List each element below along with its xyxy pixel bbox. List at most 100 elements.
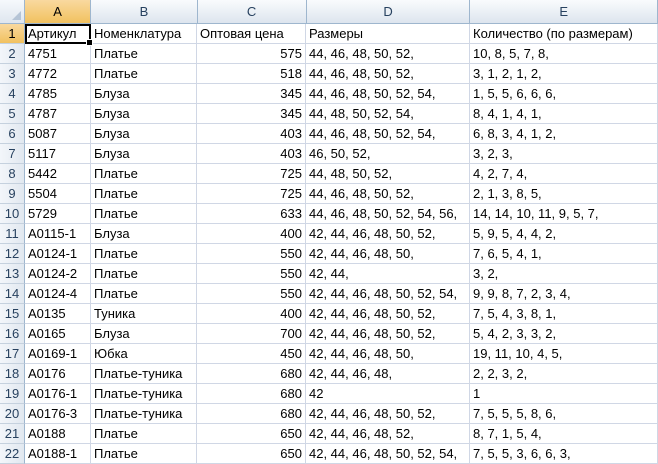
cell-e[interactable]: 2, 2, 3, 2, xyxy=(470,364,658,384)
cell-b[interactable]: Номенклатура xyxy=(91,24,197,44)
cell-e[interactable]: 2, 1, 3, 8, 5, xyxy=(470,184,658,204)
cell-e[interactable]: 1 xyxy=(470,384,658,404)
row-header[interactable]: 11 xyxy=(0,224,25,244)
cell-b[interactable]: Юбка xyxy=(91,344,197,364)
cell-a[interactable]: A0165 xyxy=(25,324,91,344)
cell-c[interactable]: 345 xyxy=(197,104,306,124)
cell-b[interactable]: Платье xyxy=(91,164,197,184)
cell-b[interactable]: Платье xyxy=(91,44,197,64)
cell-b[interactable]: Блуза xyxy=(91,104,197,124)
cell-a[interactable]: 4787 xyxy=(25,104,91,124)
cell-b[interactable]: Платье xyxy=(91,444,197,464)
cell-a[interactable]: 5117 xyxy=(25,144,91,164)
cell-d[interactable]: 44, 48, 50, 52, 54, xyxy=(306,104,470,124)
cell-c[interactable]: 400 xyxy=(197,304,306,324)
cell-e[interactable]: 1, 5, 5, 6, 6, 6, xyxy=(470,84,658,104)
row-header[interactable]: 17 xyxy=(0,344,25,364)
row-header[interactable]: 22 xyxy=(0,444,25,464)
column-header-b[interactable]: B xyxy=(91,0,198,24)
cell-c[interactable]: 450 xyxy=(197,344,306,364)
cell-a[interactable]: 4751 xyxy=(25,44,91,64)
cell-d[interactable]: 44, 46, 48, 50, 52, 54, xyxy=(306,84,470,104)
cell-a[interactable]: A0169-1 xyxy=(25,344,91,364)
cell-d[interactable]: 42, 44, 46, 48, 52, xyxy=(306,424,470,444)
cell-a[interactable]: 5729 xyxy=(25,204,91,224)
row-header[interactable]: 4 xyxy=(0,84,25,104)
cell-d[interactable]: 42, 44, 46, 48, 50, 52, xyxy=(306,224,470,244)
row-header[interactable]: 10 xyxy=(0,204,25,224)
row-header[interactable]: 7 xyxy=(0,144,25,164)
cell-b[interactable]: Платье-туника xyxy=(91,384,197,404)
cell-e[interactable]: 6, 8, 3, 4, 1, 2, xyxy=(470,124,658,144)
row-header[interactable]: 5 xyxy=(0,104,25,124)
cell-e[interactable]: 7, 5, 5, 3, 6, 6, 3, xyxy=(470,444,658,464)
row-header[interactable]: 15 xyxy=(0,304,25,324)
cell-d[interactable]: 44, 46, 48, 50, 52, xyxy=(306,184,470,204)
cell-e[interactable]: Количество (по размерам) xyxy=(470,24,658,44)
cell-b[interactable]: Платье xyxy=(91,264,197,284)
cell-c[interactable]: 650 xyxy=(197,424,306,444)
cell-e[interactable]: 9, 9, 8, 7, 2, 3, 4, xyxy=(470,284,658,304)
row-header[interactable]: 9 xyxy=(0,184,25,204)
cell-d[interactable]: 42, 44, 46, 48, 50, 52, 54, xyxy=(306,284,470,304)
cell-c[interactable]: 633 xyxy=(197,204,306,224)
cell-d[interactable]: 42, 44, 46, 48, 50, 52, 54, xyxy=(306,444,470,464)
row-header[interactable]: 21 xyxy=(0,424,25,444)
cell-e[interactable]: 3, 1, 2, 1, 2, xyxy=(470,64,658,84)
cell-c[interactable]: 725 xyxy=(197,164,306,184)
cell-e[interactable]: 3, 2, 3, xyxy=(470,144,658,164)
cell-b[interactable]: Блуза xyxy=(91,124,197,144)
cell-d[interactable]: 42, 44, 46, 48, 50, 52, xyxy=(306,324,470,344)
cell-c[interactable]: 550 xyxy=(197,264,306,284)
cell-b[interactable]: Платье xyxy=(91,244,197,264)
cell-e[interactable]: 3, 2, xyxy=(470,264,658,284)
cell-d[interactable]: 42 xyxy=(306,384,470,404)
cell-d[interactable]: 42, 44, 46, 48, 50, xyxy=(306,244,470,264)
cell-e[interactable]: 4, 2, 7, 4, xyxy=(470,164,658,184)
cell-a[interactable]: 5442 xyxy=(25,164,91,184)
column-header-c[interactable]: C xyxy=(197,0,307,24)
cell-c[interactable]: 680 xyxy=(197,364,306,384)
cell-e[interactable]: 14, 14, 10, 11, 9, 5, 7, xyxy=(470,204,658,224)
cell-c[interactable]: 345 xyxy=(197,84,306,104)
row-header[interactable]: 13 xyxy=(0,264,25,284)
cell-b[interactable]: Платье-туника xyxy=(91,364,197,384)
cell-e[interactable]: 7, 5, 4, 3, 8, 1, xyxy=(470,304,658,324)
column-header-a[interactable]: A xyxy=(24,0,92,24)
row-header[interactable]: 12 xyxy=(0,244,25,264)
cell-a[interactable]: A0135 xyxy=(25,304,91,324)
cell-d[interactable]: 46, 50, 52, xyxy=(306,144,470,164)
cell-a[interactable]: A0176 xyxy=(25,364,91,384)
cell-a[interactable]: Артикул xyxy=(25,24,93,46)
cell-b[interactable]: Блуза xyxy=(91,324,197,344)
cell-c[interactable]: Оптовая цена xyxy=(197,24,306,44)
cell-d[interactable]: 42, 44, 46, 48, 50, 52, xyxy=(306,304,470,324)
cell-a[interactable]: A0188-1 xyxy=(25,444,91,464)
cell-c[interactable]: 400 xyxy=(197,224,306,244)
row-header[interactable]: 8 xyxy=(0,164,25,184)
cell-a[interactable]: A0124-4 xyxy=(25,284,91,304)
cell-d[interactable]: 42, 44, 46, 48, 50, 52, xyxy=(306,404,470,424)
row-header[interactable]: 6 xyxy=(0,124,25,144)
cell-b[interactable]: Платье-туника xyxy=(91,404,197,424)
cell-b[interactable]: Платье xyxy=(91,184,197,204)
cell-c[interactable]: 403 xyxy=(197,124,306,144)
cell-e[interactable]: 8, 7, 1, 5, 4, xyxy=(470,424,658,444)
cell-e[interactable]: 8, 4, 1, 4, 1, xyxy=(470,104,658,124)
cell-c[interactable]: 550 xyxy=(197,284,306,304)
cell-a[interactable]: A0188 xyxy=(25,424,91,444)
cell-a[interactable]: 4785 xyxy=(25,84,91,104)
column-header-d[interactable]: D xyxy=(306,0,471,24)
cell-b[interactable]: Платье xyxy=(91,424,197,444)
cell-d[interactable]: 42, 44, 46, 48, 50, xyxy=(306,344,470,364)
row-header[interactable]: 16 xyxy=(0,324,25,344)
cell-d[interactable]: 44, 48, 50, 52, xyxy=(306,164,470,184)
row-header[interactable]: 20 xyxy=(0,404,25,424)
cell-a[interactable]: 4772 xyxy=(25,64,91,84)
cell-b[interactable]: Платье xyxy=(91,284,197,304)
cell-d[interactable]: Размеры xyxy=(306,24,470,44)
cell-e[interactable]: 7, 6, 5, 4, 1, xyxy=(470,244,658,264)
cell-c[interactable]: 550 xyxy=(197,244,306,264)
cell-d[interactable]: 44, 46, 48, 50, 52, 54, xyxy=(306,124,470,144)
cell-d[interactable]: 44, 46, 48, 50, 52, xyxy=(306,64,470,84)
